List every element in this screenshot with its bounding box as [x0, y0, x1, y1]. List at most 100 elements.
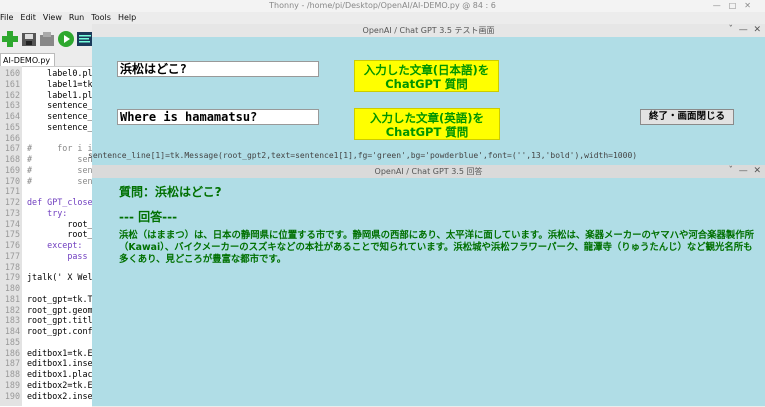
line-number: 185 — [4, 336, 20, 347]
code-line: 187 editbox1.inser — [0, 358, 98, 369]
line-number: 180 — [4, 283, 20, 293]
code-line: 163 sentence_b — [0, 100, 98, 111]
editor-tab-label: AI-DEMO.py — [3, 56, 51, 65]
line-number: 160 — [4, 68, 20, 78]
japanese-input[interactable]: 浜松はどこ? — [117, 61, 319, 77]
line-number: 171 — [4, 186, 20, 197]
win1-close-icon[interactable]: ✕ — [753, 25, 761, 35]
line-number: 182 — [4, 304, 20, 315]
ask-japanese-button[interactable]: 入力した文章(日本語)を ChatGPT 質問 — [354, 60, 499, 92]
line-number: 163 — [4, 100, 20, 111]
code-text: editbox1=tk.En — [27, 347, 98, 358]
line-number: 190 — [4, 390, 20, 401]
line-number: 183 — [4, 315, 20, 326]
minimize-icon[interactable]: — — [713, 1, 729, 10]
english-input[interactable]: Where is hamamatsu? — [117, 109, 319, 125]
code-line: 161 label1=tk. — [0, 78, 98, 90]
code-line: 182 root_gpt.geome — [0, 304, 98, 316]
thonny-title: Thonny - /home/pi/Desktop/OpenAI/AI-DEMO… — [269, 1, 496, 10]
line-number: 189 — [4, 379, 20, 390]
menu-file[interactable]: File — [0, 13, 13, 22]
line-number: 179 — [4, 272, 20, 283]
answer-text: 浜松（はままつ）は、日本の静岡県に位置する市です。静岡県の西部にあり、太平洋に面… — [119, 230, 754, 265]
new-file-icon[interactable] — [1, 30, 19, 48]
code-line: 170 # sent — [0, 175, 98, 187]
code-text: label1=tk. — [27, 78, 98, 89]
code-text: editbox1.place — [27, 369, 98, 379]
win2-close-icon[interactable]: ✕ — [753, 166, 761, 176]
save-file-icon[interactable] — [38, 30, 56, 48]
win1-menu-icon[interactable]: ˇ — [728, 25, 733, 35]
code-text: jtalk(' X Well — [27, 272, 98, 283]
code-line: 180 — [0, 283, 92, 294]
question-label: 質問：浜松はどこ? — [119, 185, 222, 199]
code-text: # sent — [27, 154, 98, 164]
code-line: 171 — [0, 186, 92, 197]
maximize-icon[interactable]: □ — [729, 1, 745, 10]
win2-window-controls[interactable]: ˇ — ✕ — [728, 165, 761, 178]
open-file-icon[interactable] — [20, 30, 38, 48]
code-text: root_gpt.confi — [27, 326, 98, 336]
code-line: 172 def GPT_close( — [0, 197, 98, 208]
code-text: editbox2=tk.En — [27, 379, 98, 390]
line-number: 170 — [4, 175, 20, 186]
menu-view[interactable]: View — [43, 13, 62, 22]
line-number: 164 — [4, 111, 20, 121]
line-number: 178 — [4, 261, 20, 272]
menu-edit[interactable]: Edit — [20, 13, 36, 22]
line-number: 188 — [4, 369, 20, 379]
line-number: 187 — [4, 358, 20, 369]
code-line: 166 — [0, 133, 92, 144]
win2-menu-icon[interactable]: ˇ — [728, 166, 733, 176]
menu-run[interactable]: Run — [69, 13, 84, 22]
code-text: # sent — [27, 175, 98, 186]
code-text: root_gpt.geome — [27, 304, 98, 315]
code-line: 177 pass — [0, 251, 92, 262]
code-text: except: — [27, 240, 83, 250]
win1-minimize-icon[interactable]: — — [739, 25, 748, 35]
close-icon[interactable]: ✕ — [744, 1, 759, 10]
code-line: 186 editbox1=tk.En — [0, 347, 98, 359]
thonny-window-controls[interactable]: —□✕ — [713, 0, 759, 12]
win1-title: OpenAI / Chat GPT 3.5 テスト画面 — [362, 26, 495, 35]
toolbar — [0, 28, 95, 52]
line-number: 167 — [4, 143, 20, 154]
code-line: 190 editbox2.inser — [0, 390, 98, 402]
code-line: 169 # sent — [0, 164, 98, 176]
editor-code-peek: sentence_line[1]=tk.Message(root_gpt2,te… — [88, 151, 638, 160]
code-lines: 160 label0.pla 161 label1=tk. 162 label1.p… — [0, 68, 98, 406]
code-line: 168 # sent — [0, 154, 98, 165]
win2-title: OpenAI / Chat GPT 3.5 回答 — [374, 167, 483, 176]
code-text: # for i in — [27, 143, 98, 154]
run-icon[interactable] — [57, 30, 75, 48]
line-number: 172 — [4, 197, 20, 207]
line-number: 169 — [4, 164, 20, 175]
code-line: 174 root_g — [0, 219, 98, 230]
ask-japanese-line1: 入力した文章(日本語)を — [363, 63, 490, 77]
win2-titlebar: OpenAI / Chat GPT 3.5 回答 ˇ — ✕ — [92, 165, 765, 179]
code-text: try: — [27, 207, 68, 218]
close-screen-button[interactable]: 終了・画面閉じる — [640, 109, 734, 125]
line-number: 176 — [4, 240, 20, 250]
menu-tools[interactable]: Tools — [91, 13, 111, 22]
code-text: sentence_b — [27, 100, 98, 111]
code-text: pass — [27, 250, 88, 261]
code-text: editbox2.inser — [27, 390, 98, 401]
code-line: 176 except: — [0, 240, 92, 251]
win1-window-controls[interactable]: ˇ — ✕ — [728, 24, 761, 37]
line-number: 177 — [4, 250, 20, 261]
code-text: root_g — [27, 218, 98, 229]
editor-tab[interactable]: AI-DEMO.py — [0, 53, 55, 66]
code-text: sentence_b — [27, 121, 98, 132]
line-number: 186 — [4, 347, 20, 358]
line-number: 161 — [4, 78, 20, 89]
win2-minimize-icon[interactable]: — — [739, 166, 748, 176]
ask-japanese-line2: ChatGPT 質問 — [385, 77, 468, 91]
code-line: 162 label1.pla — [0, 89, 98, 101]
line-number: 162 — [4, 89, 20, 100]
code-text: root_gpt.title — [27, 315, 98, 326]
menu-help[interactable]: Help — [118, 13, 136, 22]
code-line: 175 root_g — [0, 229, 98, 240]
ask-english-button[interactable]: 入力した文章(英語)を ChatGPT 質問 — [354, 108, 500, 140]
line-number: 165 — [4, 121, 20, 132]
